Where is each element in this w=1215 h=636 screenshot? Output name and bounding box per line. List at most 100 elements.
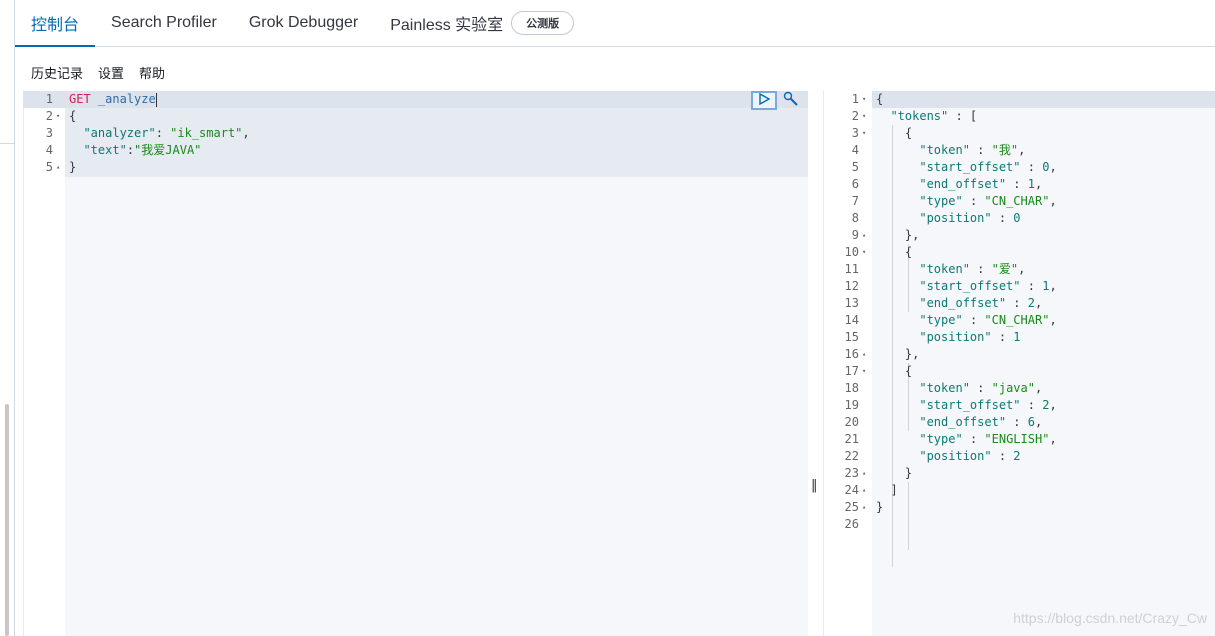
code-line: 11 "token" : "爱", [823, 261, 1215, 278]
line-number: 19 [844, 398, 859, 412]
line-number: 3 [45, 126, 53, 140]
line-number: 3 [851, 126, 859, 140]
code-token: , [1018, 143, 1026, 157]
code-token: : [126, 143, 135, 157]
fold-close-icon[interactable]: ▴ [862, 499, 866, 516]
fold-open-icon[interactable]: ▾ [862, 108, 866, 125]
line-number: 12 [844, 279, 859, 293]
code-token: , [1049, 279, 1057, 293]
send-request-button[interactable] [751, 91, 777, 110]
fold-open-icon[interactable]: ▾ [862, 91, 866, 108]
line-number: 5 [851, 160, 859, 174]
response-viewer[interactable]: 1 ▾{2 ▾ "tokens" : [3 ▾ {4 "token" : "我", 5 … [823, 91, 1215, 636]
code-token: } [876, 500, 884, 514]
code-text: ] [876, 482, 897, 499]
fold-close-icon[interactable]: ▴ [862, 346, 866, 363]
code-token: : [1006, 177, 1028, 191]
line-number: 25 [844, 500, 859, 514]
code-token: "爱" [991, 262, 1019, 276]
request-options-button[interactable] [781, 91, 801, 110]
fold-close-icon[interactable]: ▴ [56, 159, 60, 176]
code-line: 7 "type" : "CN_CHAR", [823, 193, 1215, 210]
code-line: 10 ▾ { [823, 244, 1215, 261]
code-line: 20 "end_offset" : 6, [823, 414, 1215, 431]
code-token: "text" [83, 143, 127, 157]
fold-close-icon[interactable]: ▴ [862, 227, 866, 244]
line-number: 13 [844, 296, 859, 310]
code-token: : [962, 194, 985, 208]
code-line: 13 "end_offset" : 2, [823, 295, 1215, 312]
code-token: , [1049, 160, 1057, 174]
code-token: "position" [919, 330, 992, 344]
code-line: 26 [823, 516, 1215, 533]
code-text: "start_offset" : 1, [876, 278, 1057, 295]
fold-open-icon[interactable]: ▾ [862, 125, 866, 142]
code-token: 0 [1013, 211, 1021, 225]
code-token: "CN_CHAR" [984, 313, 1050, 327]
settings-button[interactable]: 设置 [98, 63, 124, 82]
code-text: "token" : "java", [876, 380, 1042, 397]
tab-search-profiler[interactable]: Search Profiler [95, 0, 233, 46]
code-token: : [1020, 160, 1043, 174]
code-line: 3 ▾ { [823, 125, 1215, 142]
code-token: : [1006, 415, 1028, 429]
pane-resize-handle[interactable]: ‖ [811, 478, 818, 493]
code-token: { [876, 126, 913, 140]
fold-close-icon[interactable]: ▴ [862, 465, 866, 482]
code-token: "start_offset" [919, 279, 1021, 293]
code-token: _analyze [97, 92, 156, 106]
code-token: "end_offset" [919, 296, 1007, 310]
code-token: } [69, 160, 77, 174]
code-token: "我爱JAVA" [134, 143, 202, 157]
code-text: { [876, 91, 883, 108]
line-number: 18 [844, 381, 859, 395]
code-token: : [969, 381, 992, 395]
fold-close-icon[interactable]: ▴ [862, 482, 866, 499]
code-text: "position" : 2 [876, 448, 1020, 465]
fold-open-icon[interactable]: ▾ [862, 244, 866, 261]
tab-painless-lab[interactable]: Painless 实验室 公测版 [374, 0, 590, 46]
line-number: 2 [851, 109, 859, 123]
code-token: }, [876, 228, 920, 242]
fold-open-icon[interactable]: ▾ [56, 108, 60, 125]
play-icon [758, 92, 771, 108]
fold-open-icon[interactable]: ▾ [862, 363, 866, 380]
tab-label: Painless 实验室 [390, 17, 504, 34]
code-text: GET _analyze [69, 91, 157, 108]
tab-grok-debugger[interactable]: Grok Debugger [233, 0, 374, 46]
code-token: "token" [919, 381, 970, 395]
line-number: 20 [844, 415, 859, 429]
code-text: "type" : "ENGLISH", [876, 431, 1056, 448]
code-token: { [69, 109, 77, 123]
code-text: "tokens" : [ [876, 108, 977, 125]
code-token: "position" [919, 449, 992, 463]
code-token: : [991, 449, 1014, 463]
tab-console[interactable]: 控制台 [15, 0, 96, 47]
side-scrollbar[interactable] [5, 404, 9, 636]
code-text: "analyzer": "ik_smart", [69, 125, 249, 142]
code-line: 4 "token" : "我", [823, 142, 1215, 159]
code-token: , [1034, 415, 1043, 429]
code-token: "java" [991, 381, 1035, 395]
code-token: , [1049, 313, 1057, 327]
history-button[interactable]: 历史记录 [31, 63, 83, 82]
code-token: "type" [919, 313, 963, 327]
help-button[interactable]: 帮助 [139, 63, 165, 82]
code-line: 8 "position" : 0 [823, 210, 1215, 227]
request-editor[interactable]: 1 GET _analyze 2 ▾ {3 "analyzer": "ik_smart"… [23, 91, 808, 636]
code-token: "ik_smart" [170, 126, 243, 140]
code-token: "start_offset" [919, 398, 1021, 412]
code-token: "我" [991, 143, 1019, 157]
code-text: "token" : "我", [876, 142, 1025, 159]
request-actions [751, 91, 801, 110]
line-number: 7 [851, 194, 859, 208]
code-text: } [876, 465, 912, 482]
code-token: 2 [1027, 296, 1035, 310]
code-token: , [1034, 381, 1043, 395]
